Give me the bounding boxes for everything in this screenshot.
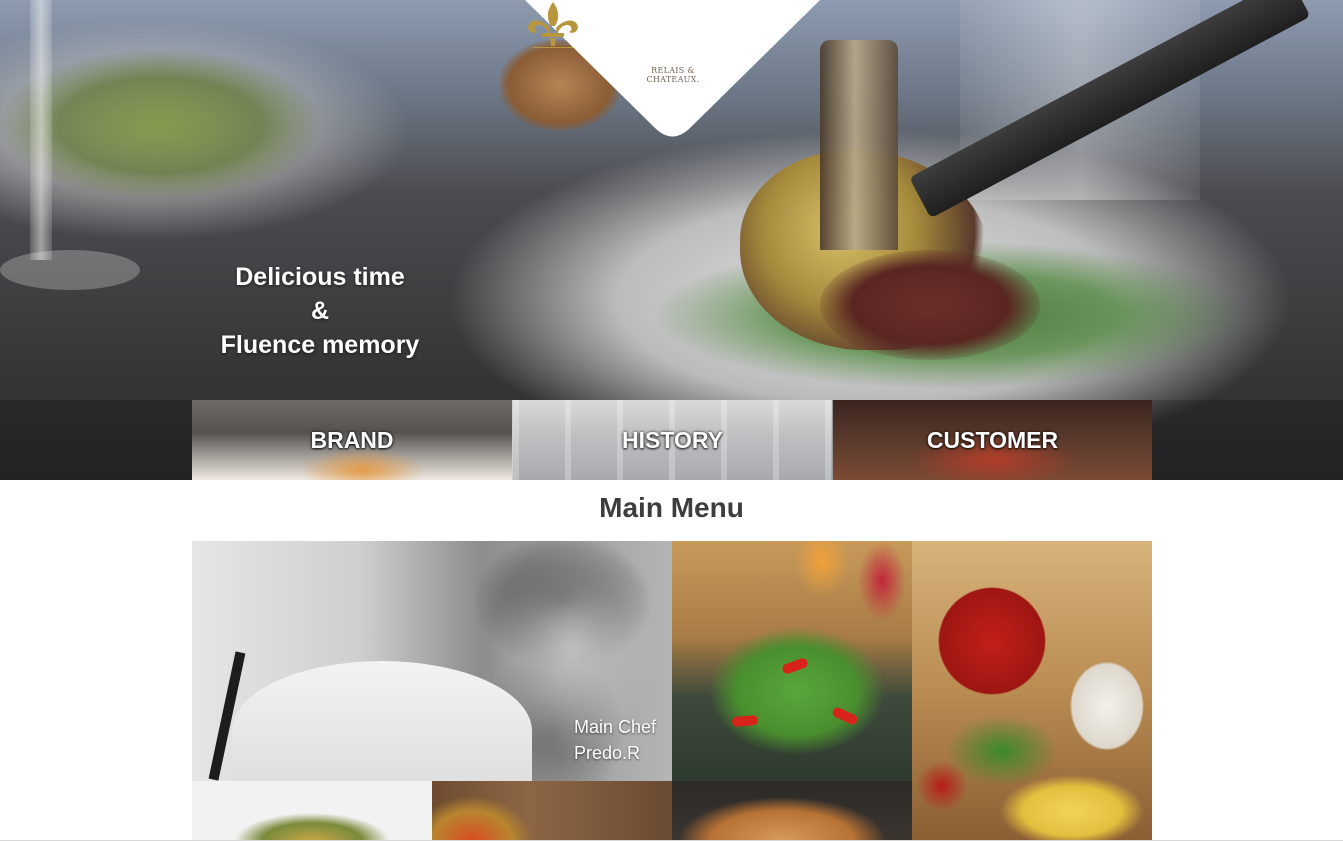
menu-tile-tomato[interactable]: [912, 541, 1152, 841]
logo-text-line2: CHATEAUX.: [646, 75, 700, 84]
menu-tile-pizza[interactable]: [432, 781, 672, 841]
hero-wine-glass-image: [30, 0, 52, 260]
salad-pepper-shape: [731, 714, 759, 728]
main-menu-title: Main Menu: [599, 492, 744, 523]
category-brand-button[interactable]: BRAND: [192, 400, 512, 480]
salad-pepper-shape: [831, 705, 859, 727]
tagline-line3: Fluence memory: [220, 331, 420, 359]
hero-fork-image: [820, 40, 898, 250]
chef-coat-shape: [232, 661, 532, 781]
chef-caption-name: Predo.R: [574, 743, 641, 763]
menu-tile-main-chef[interactable]: Main Chef Predo.R: [192, 541, 672, 781]
hero-wine-glass-base: [0, 250, 140, 290]
menu-tile-bread[interactable]: [672, 781, 912, 841]
category-history-button[interactable]: HISTORY: [512, 400, 832, 480]
category-customer-button[interactable]: CUSTOMER: [832, 400, 1152, 480]
chef-caption: Main Chef Predo.R: [574, 714, 656, 766]
menu-tile-pasta[interactable]: [192, 781, 432, 841]
category-brand-label: BRAND: [310, 426, 394, 453]
chef-caption-title: Main Chef: [574, 717, 657, 737]
tagline-line1: Delicious time: [235, 263, 405, 291]
hero-tagline: Delicious time & Fluence memory: [220, 260, 420, 362]
hero-meat-image: [820, 250, 1040, 360]
fleur-de-lis-icon: [528, 2, 578, 48]
tagline-line2: &: [310, 297, 330, 325]
salad-pepper-shape: [781, 656, 809, 676]
category-customer-label: CUSTOMER: [926, 426, 1059, 453]
logo-wordmark: RELAIS & CHATEAUX.: [625, 66, 721, 84]
menu-tile-salad[interactable]: [672, 541, 912, 781]
logo-text-line1: RELAIS &: [651, 66, 695, 75]
site-logo[interactable]: RELAIS & CHATEAUX.: [525, 0, 820, 140]
category-history-label: HISTORY: [622, 426, 723, 453]
